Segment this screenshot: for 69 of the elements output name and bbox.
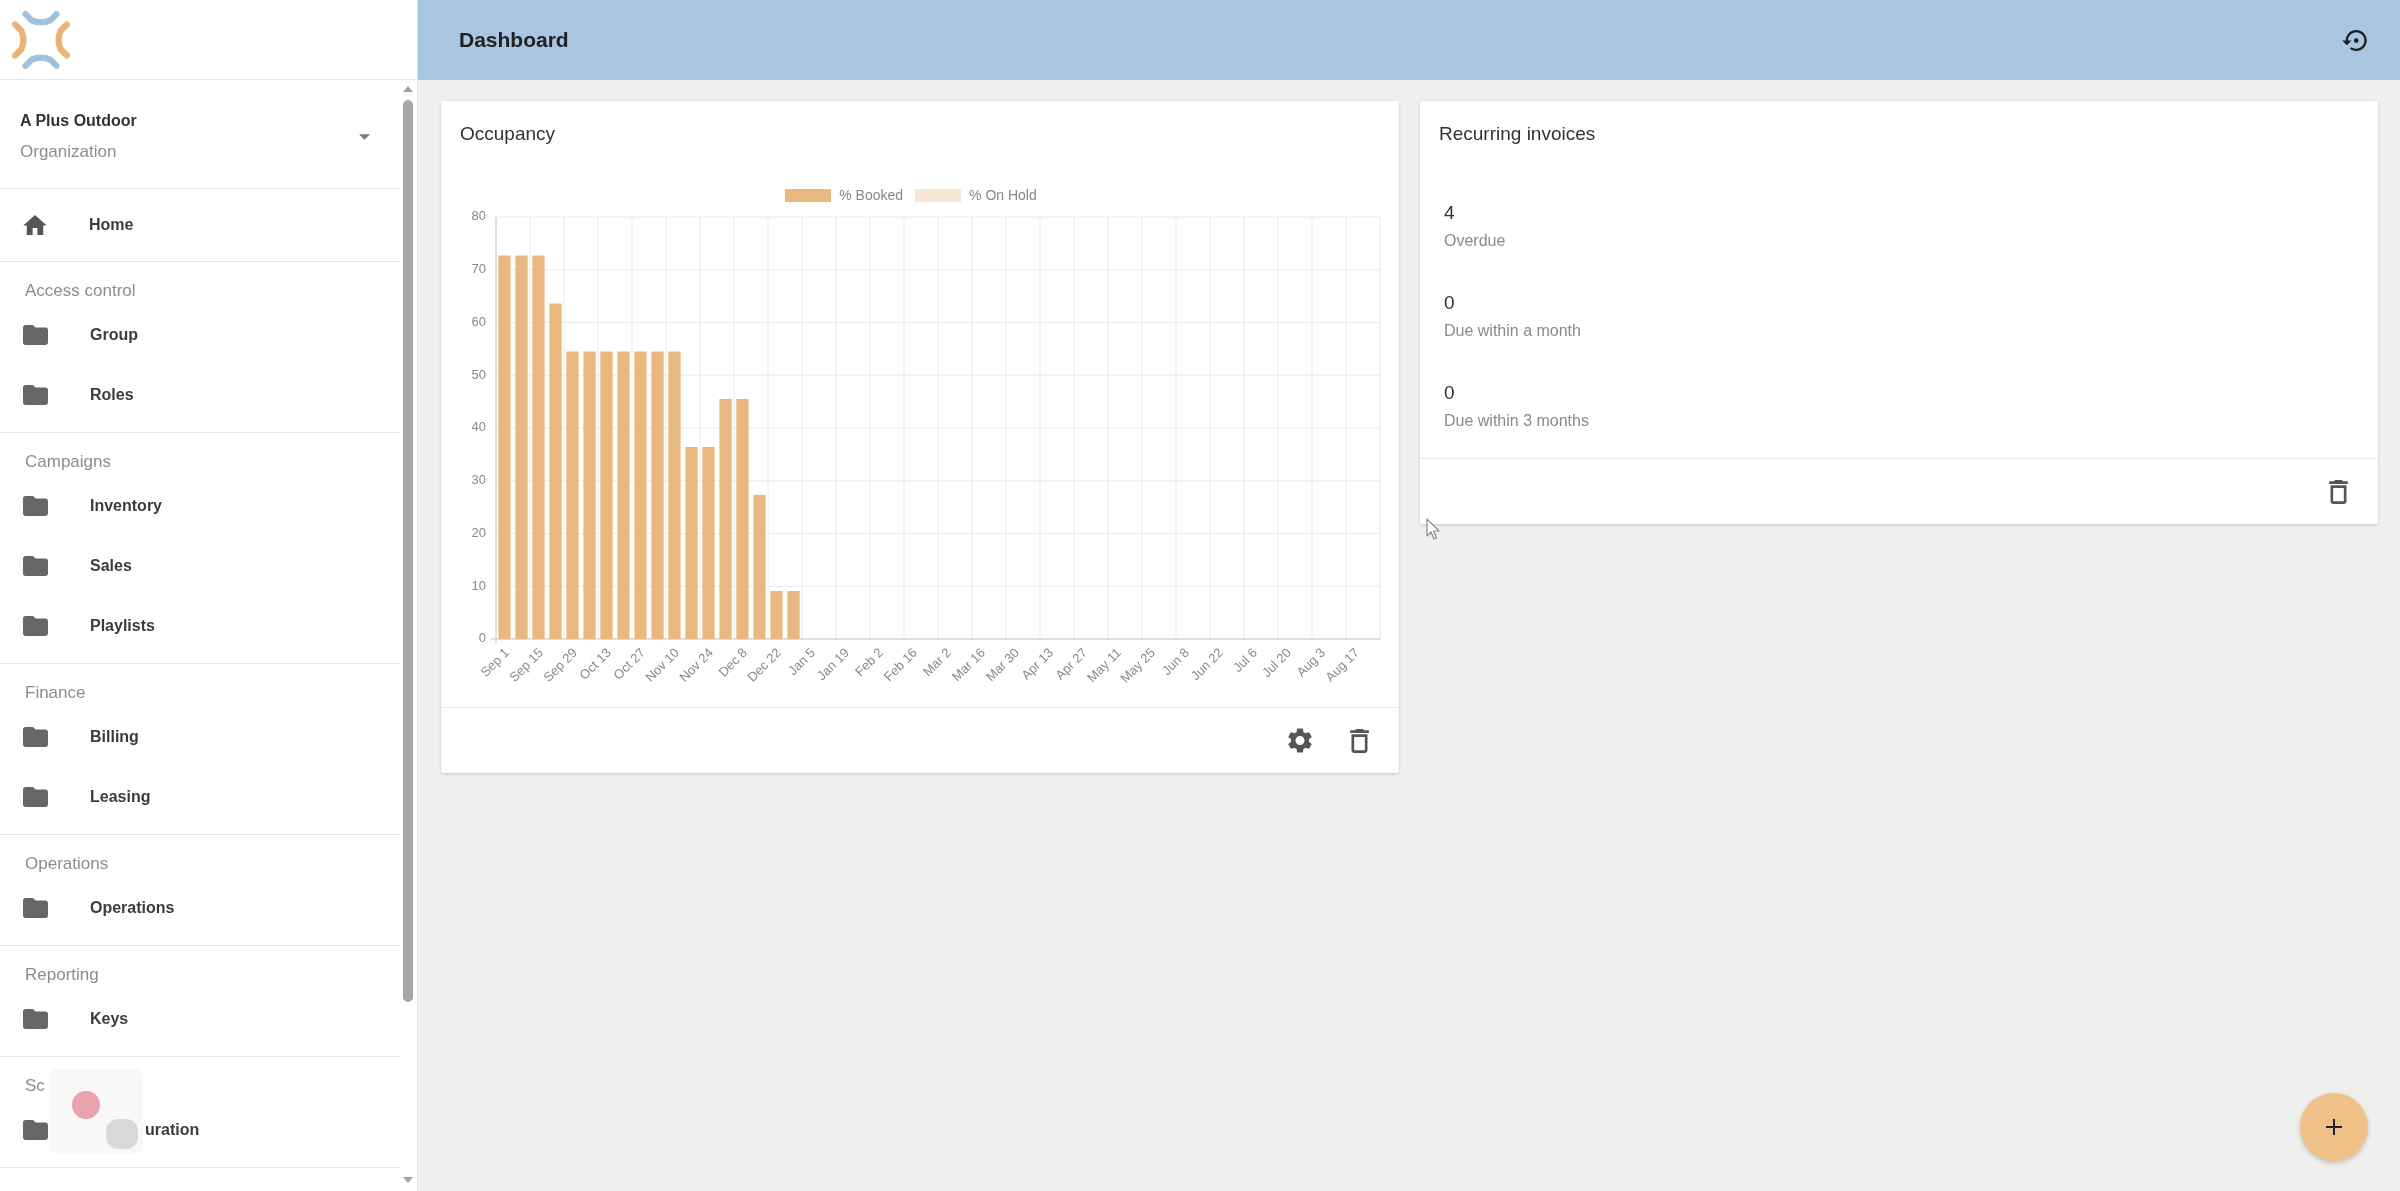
folder-icon: [23, 727, 48, 747]
trash-icon[interactable]: [2329, 479, 2348, 504]
folder-icon: [23, 898, 48, 918]
dropdown-caret-icon[interactable]: [359, 133, 370, 140]
scroll-up-arrow-icon[interactable]: [403, 86, 413, 92]
scrollbar-thumb[interactable]: [403, 100, 413, 1002]
organization-label: Organization: [20, 142, 118, 162]
folder-icon: [23, 325, 48, 345]
nav-item[interactable]: Leasing: [23, 786, 151, 808]
bar: [787, 591, 800, 639]
scroll-down-arrow-icon[interactable]: [403, 1177, 413, 1183]
section-header: Campaigns: [25, 452, 111, 472]
x-axis-label: Jun 8: [1158, 644, 1193, 679]
y-axis-label: 50: [471, 366, 486, 382]
nav-item[interactable]: Playlists: [23, 615, 155, 637]
y-axis-label: 80: [471, 210, 486, 224]
stat-label: Due within 3 months: [1444, 412, 1589, 430]
card-title: Occupancy: [460, 122, 556, 146]
nav-item[interactable]: Home: [23, 214, 134, 236]
y-axis-label: 30: [471, 472, 486, 488]
x-axis-label: Jul 20: [1258, 644, 1295, 681]
nav-item[interactable]: Keys: [23, 1008, 129, 1030]
y-axis-label: 0: [478, 630, 486, 646]
stat-value: 4: [1444, 202, 1455, 224]
circular-arrow-icon[interactable]: [2342, 29, 2367, 51]
trash-icon[interactable]: [1350, 728, 1369, 753]
y-axis-label: 60: [471, 313, 486, 329]
folder-icon: [23, 556, 48, 576]
x-axis-label: Jul 6: [1230, 644, 1261, 675]
nav-item[interactable]: Sales: [23, 555, 132, 577]
nav-item[interactable]: Roles: [23, 384, 134, 406]
y-axis-label: 40: [471, 419, 486, 435]
section-header: Finance: [25, 683, 86, 703]
blurred-spot: [106, 1119, 138, 1149]
nav-item[interactable]: Operations: [23, 897, 175, 919]
stat-label: Overdue: [1444, 232, 1506, 250]
y-axis-label: 10: [471, 577, 486, 593]
stat-value: 0: [1444, 382, 1455, 404]
nav-item[interactable]: Group: [23, 324, 138, 346]
nav-item[interactable]: Inventory: [23, 495, 162, 517]
section-header: Reporting: [25, 965, 99, 985]
card-title: Recurring invoices: [1439, 122, 1596, 146]
settings-icon[interactable]: [1288, 728, 1312, 753]
section-header: Access control: [25, 281, 136, 301]
stat-label: Due within a month: [1444, 322, 1581, 340]
y-axis-label: 70: [471, 261, 486, 277]
home-icon: [23, 215, 47, 235]
folder-icon: [23, 787, 48, 807]
legend-label: % Booked: [839, 187, 904, 203]
nav-item[interactable]: Billing: [23, 726, 139, 748]
organization-name[interactable]: A Plus Outdoor: [20, 111, 137, 131]
bar: [770, 591, 783, 639]
plus-icon: [2326, 1119, 2342, 1135]
folder-icon: [23, 496, 48, 516]
section-header: Sc: [25, 1076, 45, 1096]
logo-icon: [11, 9, 71, 70]
nav-item[interactable]: uration: [23, 1119, 200, 1141]
x-axis-label: Apr 13: [1018, 644, 1057, 683]
folder-icon: [23, 1120, 48, 1140]
page-title: Dashboard: [459, 28, 569, 52]
folder-icon: [23, 1009, 48, 1029]
dot-icon: [72, 1091, 100, 1119]
section-header: Operations: [25, 854, 109, 874]
folder-icon: [23, 616, 48, 636]
legend-label: % On Hold: [969, 187, 1037, 203]
x-axis-label: Oct 13: [576, 644, 615, 683]
y-axis-label: 20: [471, 524, 486, 540]
folder-icon: [23, 385, 48, 405]
stat-value: 0: [1444, 292, 1455, 314]
